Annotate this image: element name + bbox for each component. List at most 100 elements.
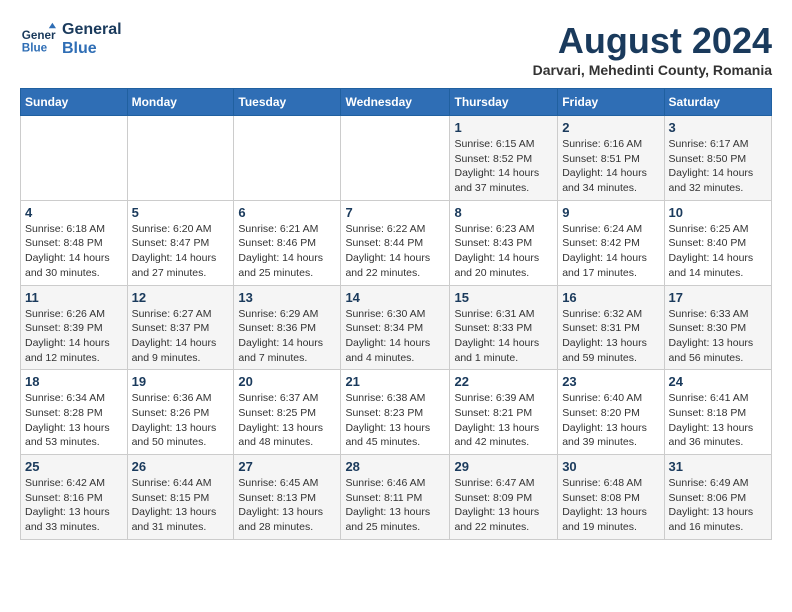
- day-info: Sunrise: 6:42 AMSunset: 8:16 PMDaylight:…: [25, 476, 123, 535]
- day-cell: 18Sunrise: 6:34 AMSunset: 8:28 PMDayligh…: [21, 370, 128, 455]
- day-number: 3: [669, 120, 767, 135]
- day-cell: 13Sunrise: 6:29 AMSunset: 8:36 PMDayligh…: [234, 285, 341, 370]
- header-cell-monday: Monday: [127, 89, 234, 116]
- day-info: Sunrise: 6:20 AMSunset: 8:47 PMDaylight:…: [132, 222, 230, 281]
- day-info: Sunrise: 6:15 AMSunset: 8:52 PMDaylight:…: [454, 137, 553, 196]
- day-number: 30: [562, 459, 659, 474]
- day-cell: 16 Sunrise: 6:32 AMSunset: 8:31 PMDayligh…: [558, 285, 664, 370]
- day-number: 1: [454, 120, 553, 135]
- day-number: 17: [669, 290, 767, 305]
- day-number: 29: [454, 459, 553, 474]
- day-cell: 1 Sunrise: 6:15 AMSunset: 8:52 PMDaylight…: [450, 116, 558, 201]
- week-row-5: 25 Sunrise: 6:42 AMSunset: 8:16 PMDayligh…: [21, 455, 772, 540]
- day-cell: 11Sunrise: 6:26 AMSunset: 8:39 PMDayligh…: [21, 285, 128, 370]
- day-cell: 27 Sunrise: 6:45 AMSunset: 8:13 PMDayligh…: [234, 455, 341, 540]
- day-number: 14: [345, 290, 445, 305]
- day-cell: 31Sunrise: 6:49 AMSunset: 8:06 PMDayligh…: [664, 455, 771, 540]
- logo-line1: General: [62, 20, 122, 39]
- day-info: Sunrise: 6:25 AMSunset: 8:40 PMDaylight:…: [669, 222, 767, 281]
- day-number: 20: [238, 374, 336, 389]
- week-row-2: 4 Sunrise: 6:18 AMSunset: 8:48 PMDaylight…: [21, 200, 772, 285]
- day-cell: 5 Sunrise: 6:20 AMSunset: 8:47 PMDaylight…: [127, 200, 234, 285]
- logo-line2: Blue: [62, 39, 122, 58]
- day-info: Sunrise: 6:34 AMSunset: 8:28 PMDaylight:…: [25, 391, 123, 450]
- header-cell-saturday: Saturday: [664, 89, 771, 116]
- day-cell: 29 Sunrise: 6:47 AMSunset: 8:09 PMDayligh…: [450, 455, 558, 540]
- day-info: Sunrise: 6:45 AMSunset: 8:13 PMDaylight:…: [238, 476, 336, 535]
- month-year: August 2024: [533, 20, 772, 62]
- day-cell: 20 Sunrise: 6:37 AMSunset: 8:25 PMDayligh…: [234, 370, 341, 455]
- logo-text: General Blue: [62, 20, 122, 58]
- day-number: 19: [132, 374, 230, 389]
- day-info: Sunrise: 6:46 AMSunset: 8:11 PMDaylight:…: [345, 476, 445, 535]
- day-number: 8: [454, 205, 553, 220]
- day-info: Sunrise: 6:33 AMSunset: 8:30 PMDaylight:…: [669, 307, 767, 366]
- day-cell: 12Sunrise: 6:27 AMSunset: 8:37 PMDayligh…: [127, 285, 234, 370]
- header-cell-thursday: Thursday: [450, 89, 558, 116]
- day-info: Sunrise: 6:41 AMSunset: 8:18 PMDaylight:…: [669, 391, 767, 450]
- day-cell: [127, 116, 234, 201]
- day-number: 24: [669, 374, 767, 389]
- day-info: Sunrise: 6:21 AMSunset: 8:46 PMDaylight:…: [238, 222, 336, 281]
- day-number: 5: [132, 205, 230, 220]
- day-cell: 17 Sunrise: 6:33 AMSunset: 8:30 PMDayligh…: [664, 285, 771, 370]
- day-cell: [21, 116, 128, 201]
- header-cell-friday: Friday: [558, 89, 664, 116]
- day-info: Sunrise: 6:48 AMSunset: 8:08 PMDaylight:…: [562, 476, 659, 535]
- day-info: Sunrise: 6:16 AMSunset: 8:51 PMDaylight:…: [562, 137, 659, 196]
- day-info: Sunrise: 6:32 AMSunset: 8:31 PMDaylight:…: [562, 307, 659, 366]
- day-number: 28: [345, 459, 445, 474]
- day-info: Sunrise: 6:26 AMSunset: 8:39 PMDaylight:…: [25, 307, 123, 366]
- day-number: 27: [238, 459, 336, 474]
- day-cell: [341, 116, 450, 201]
- day-number: 23: [562, 374, 659, 389]
- day-cell: 23 Sunrise: 6:40 AMSunset: 8:20 PMDayligh…: [558, 370, 664, 455]
- day-cell: 28 Sunrise: 6:46 AMSunset: 8:11 PMDayligh…: [341, 455, 450, 540]
- day-number: 16: [562, 290, 659, 305]
- day-info: Sunrise: 6:44 AMSunset: 8:15 PMDaylight:…: [132, 476, 230, 535]
- day-cell: 24 Sunrise: 6:41 AMSunset: 8:18 PMDayligh…: [664, 370, 771, 455]
- day-cell: 7 Sunrise: 6:22 AMSunset: 8:44 PMDaylight…: [341, 200, 450, 285]
- day-info: Sunrise: 6:47 AMSunset: 8:09 PMDaylight:…: [454, 476, 553, 535]
- day-info: Sunrise: 6:24 AMSunset: 8:42 PMDaylight:…: [562, 222, 659, 281]
- header-cell-sunday: Sunday: [21, 89, 128, 116]
- day-number: 10: [669, 205, 767, 220]
- location: Darvari, Mehedinti County, Romania: [533, 62, 772, 78]
- day-number: 6: [238, 205, 336, 220]
- day-number: 15: [454, 290, 553, 305]
- day-cell: 3Sunrise: 6:17 AMSunset: 8:50 PMDaylight…: [664, 116, 771, 201]
- day-info: Sunrise: 6:37 AMSunset: 8:25 PMDaylight:…: [238, 391, 336, 450]
- calendar-table: SundayMondayTuesdayWednesdayThursdayFrid…: [20, 88, 772, 540]
- day-info: Sunrise: 6:39 AMSunset: 8:21 PMDaylight:…: [454, 391, 553, 450]
- day-cell: 8Sunrise: 6:23 AMSunset: 8:43 PMDaylight…: [450, 200, 558, 285]
- day-number: 7: [345, 205, 445, 220]
- header-cell-tuesday: Tuesday: [234, 89, 341, 116]
- day-number: 2: [562, 120, 659, 135]
- day-number: 26: [132, 459, 230, 474]
- day-cell: 26 Sunrise: 6:44 AMSunset: 8:15 PMDayligh…: [127, 455, 234, 540]
- day-cell: [234, 116, 341, 201]
- svg-text:Blue: Blue: [22, 42, 48, 55]
- day-info: Sunrise: 6:18 AMSunset: 8:48 PMDaylight:…: [25, 222, 123, 281]
- week-row-1: 1 Sunrise: 6:15 AMSunset: 8:52 PMDaylight…: [21, 116, 772, 201]
- day-number: 21: [345, 374, 445, 389]
- day-info: Sunrise: 6:29 AMSunset: 8:36 PMDaylight:…: [238, 307, 336, 366]
- day-cell: 9Sunrise: 6:24 AMSunset: 8:42 PMDaylight…: [558, 200, 664, 285]
- day-info: Sunrise: 6:27 AMSunset: 8:37 PMDaylight:…: [132, 307, 230, 366]
- week-row-3: 11Sunrise: 6:26 AMSunset: 8:39 PMDayligh…: [21, 285, 772, 370]
- day-number: 25: [25, 459, 123, 474]
- week-row-4: 18Sunrise: 6:34 AMSunset: 8:28 PMDayligh…: [21, 370, 772, 455]
- day-info: Sunrise: 6:22 AMSunset: 8:44 PMDaylight:…: [345, 222, 445, 281]
- logo: General Blue General Blue: [20, 20, 122, 58]
- day-cell: 30 Sunrise: 6:48 AMSunset: 8:08 PMDayligh…: [558, 455, 664, 540]
- day-info: Sunrise: 6:40 AMSunset: 8:20 PMDaylight:…: [562, 391, 659, 450]
- day-cell: 21Sunrise: 6:38 AMSunset: 8:23 PMDayligh…: [341, 370, 450, 455]
- header-row: SundayMondayTuesdayWednesdayThursdayFrid…: [21, 89, 772, 116]
- day-number: 22: [454, 374, 553, 389]
- day-number: 4: [25, 205, 123, 220]
- day-cell: 2 Sunrise: 6:16 AMSunset: 8:51 PMDaylight…: [558, 116, 664, 201]
- day-info: Sunrise: 6:30 AMSunset: 8:34 PMDaylight:…: [345, 307, 445, 366]
- day-cell: 10 Sunrise: 6:25 AMSunset: 8:40 PMDayligh…: [664, 200, 771, 285]
- day-info: Sunrise: 6:36 AMSunset: 8:26 PMDaylight:…: [132, 391, 230, 450]
- day-cell: 14 Sunrise: 6:30 AMSunset: 8:34 PMDayligh…: [341, 285, 450, 370]
